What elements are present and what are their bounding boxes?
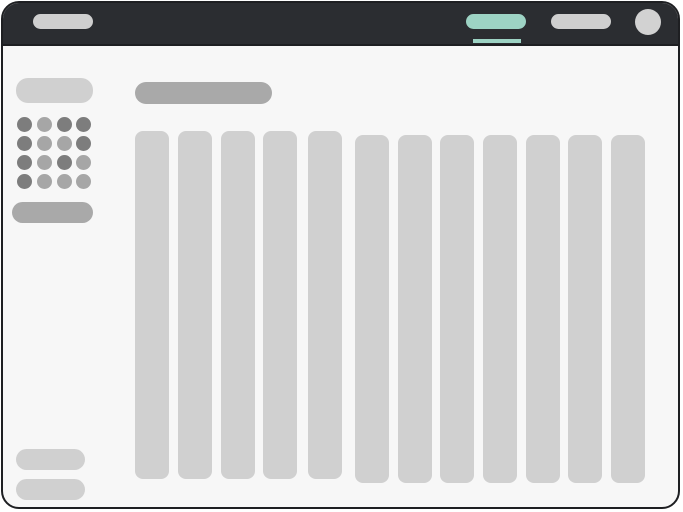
grid-dot-icon[interactable] bbox=[76, 136, 91, 151]
content-column[interactable] bbox=[440, 135, 474, 483]
grid-dot-icon[interactable] bbox=[76, 117, 91, 132]
content-column[interactable] bbox=[526, 135, 560, 483]
sidebar-bottom-item-1[interactable] bbox=[16, 449, 85, 470]
grid-dot-icon[interactable] bbox=[37, 136, 52, 151]
grid-dot-icon[interactable] bbox=[17, 174, 32, 189]
page-title bbox=[135, 82, 272, 104]
grid-dot-icon[interactable] bbox=[17, 155, 32, 170]
nav-item-active[interactable] bbox=[466, 14, 526, 29]
grid-dot-icon[interactable] bbox=[76, 155, 91, 170]
content-column[interactable] bbox=[221, 131, 255, 479]
grid-dot-icon[interactable] bbox=[17, 136, 32, 151]
content-column[interactable] bbox=[178, 131, 212, 479]
grid-dot-icon[interactable] bbox=[57, 155, 72, 170]
content-column[interactable] bbox=[355, 135, 389, 483]
top-bar bbox=[3, 3, 678, 46]
content-column[interactable] bbox=[483, 135, 517, 483]
grid-dot-icon[interactable] bbox=[57, 174, 72, 189]
grid-dot-icon[interactable] bbox=[57, 136, 72, 151]
content-column[interactable] bbox=[308, 131, 342, 479]
sidebar-item-selected[interactable] bbox=[12, 202, 93, 223]
content-column[interactable] bbox=[398, 135, 432, 483]
content-column[interactable] bbox=[611, 135, 645, 483]
content-column[interactable] bbox=[135, 131, 169, 479]
grid-dot-icon[interactable] bbox=[17, 117, 32, 132]
grid-dot-icon[interactable] bbox=[37, 117, 52, 132]
sidebar-top-item[interactable] bbox=[16, 78, 93, 103]
nav-item-2[interactable] bbox=[551, 14, 611, 29]
app-logo[interactable] bbox=[33, 14, 93, 29]
grid-dot-icon[interactable] bbox=[57, 117, 72, 132]
sidebar-bottom-item-2[interactable] bbox=[16, 479, 85, 500]
app-window bbox=[1, 1, 680, 509]
grid-dot-icon[interactable] bbox=[37, 155, 52, 170]
content-column[interactable] bbox=[568, 135, 602, 483]
grid-dot-icon[interactable] bbox=[76, 174, 91, 189]
active-tab-indicator bbox=[473, 39, 521, 43]
content-column[interactable] bbox=[263, 131, 297, 479]
grid-dot-icon[interactable] bbox=[37, 174, 52, 189]
user-avatar-icon[interactable] bbox=[635, 9, 661, 35]
